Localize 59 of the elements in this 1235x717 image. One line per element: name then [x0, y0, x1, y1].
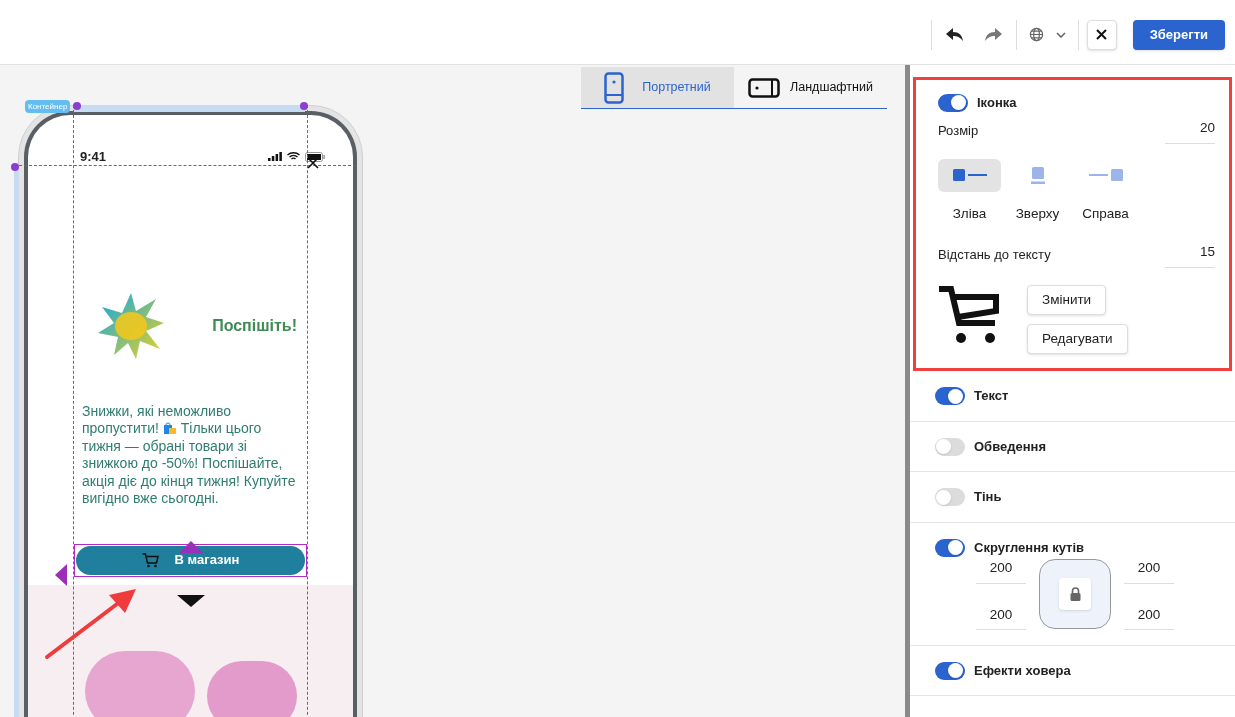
icon-action-button[interactable]: Змінити [1027, 285, 1107, 316]
radius-field[interactable]: 200 [1124, 558, 1174, 584]
move-down-handle[interactable] [177, 595, 205, 607]
heading-text: Поспішіть! [212, 315, 297, 336]
starburst-sticker-drawing [98, 292, 164, 359]
redo-icon [983, 27, 1002, 42]
phone-landscape-icon [748, 77, 781, 98]
section-title: Скруглення кутів [974, 538, 1085, 557]
container-label: Контейнер [25, 100, 71, 113]
shopping-bag-icon [162, 421, 177, 435]
undo-icon [945, 27, 964, 42]
cart-icon [141, 552, 159, 568]
size-field[interactable]: 20 [1165, 117, 1215, 144]
section-title: Текст [974, 387, 1009, 406]
icon-right-icon [1088, 169, 1123, 182]
toggle-switch[interactable] [935, 488, 965, 506]
section-title: Тінь [974, 488, 1002, 507]
icon-top-icon [1030, 166, 1045, 184]
radius-field[interactable]: 200 [976, 604, 1026, 630]
phone-portrait-icon [604, 71, 625, 104]
section-title: Ефекти ховера [974, 661, 1071, 680]
radius-field[interactable]: 200 [1124, 604, 1174, 630]
icon-left-icon [952, 169, 987, 182]
distance-field[interactable]: 15 [1165, 242, 1215, 269]
resize-handle[interactable] [300, 102, 308, 110]
toggle-switch[interactable] [935, 437, 965, 456]
icon-action-button[interactable]: Редагувати [1027, 324, 1128, 355]
close-icon [1096, 29, 1108, 40]
icon-position-option[interactable]: Зверху [1006, 158, 1069, 224]
orientation-tab[interactable]: Портретний [581, 67, 734, 108]
close-icon[interactable] [307, 157, 319, 169]
chevron-down-icon [1055, 31, 1066, 38]
toggle-switch[interactable] [935, 538, 965, 557]
resize-handle[interactable] [11, 163, 19, 171]
radius-field[interactable]: 200 [976, 558, 1026, 584]
section-title: Іконка [977, 94, 1017, 112]
move-up-handle[interactable] [179, 540, 203, 553]
move-left-handle[interactable] [54, 564, 67, 586]
lock-button[interactable] [1059, 578, 1091, 610]
toggle-switch[interactable] [935, 661, 965, 680]
battery-icon [305, 151, 325, 162]
wifi-icon [287, 152, 300, 162]
section-title: Обведення [974, 437, 1046, 456]
save-button[interactable]: Зберегти [1132, 19, 1225, 50]
status-time: 9:41 [80, 148, 107, 166]
toggle-switch[interactable] [935, 387, 965, 405]
shop-button[interactable]: В магазин [76, 545, 305, 575]
signal-icon [268, 152, 282, 162]
size-label: Розмір [938, 121, 979, 140]
resize-handle[interactable] [73, 102, 81, 110]
globe-icon [1028, 27, 1044, 42]
toggle-switch[interactable] [938, 93, 968, 112]
icon-position-option[interactable]: Справа [1074, 158, 1137, 224]
cart-icon [938, 285, 1002, 346]
orientation-tab[interactable]: Ландшафтний [734, 67, 887, 108]
lock-icon [1069, 587, 1081, 601]
close-button[interactable] [1086, 19, 1117, 50]
promo-paragraph: Знижки, які неможливо пропустити! Тільки цього тижня — обрані товари зі знижкою до -50%! Поспішайте, акція діє до кінця тижня! Купуйте вигідно вже сьогодні. [82, 402, 297, 508]
distance-label: Відстань до тексту [938, 246, 1051, 265]
